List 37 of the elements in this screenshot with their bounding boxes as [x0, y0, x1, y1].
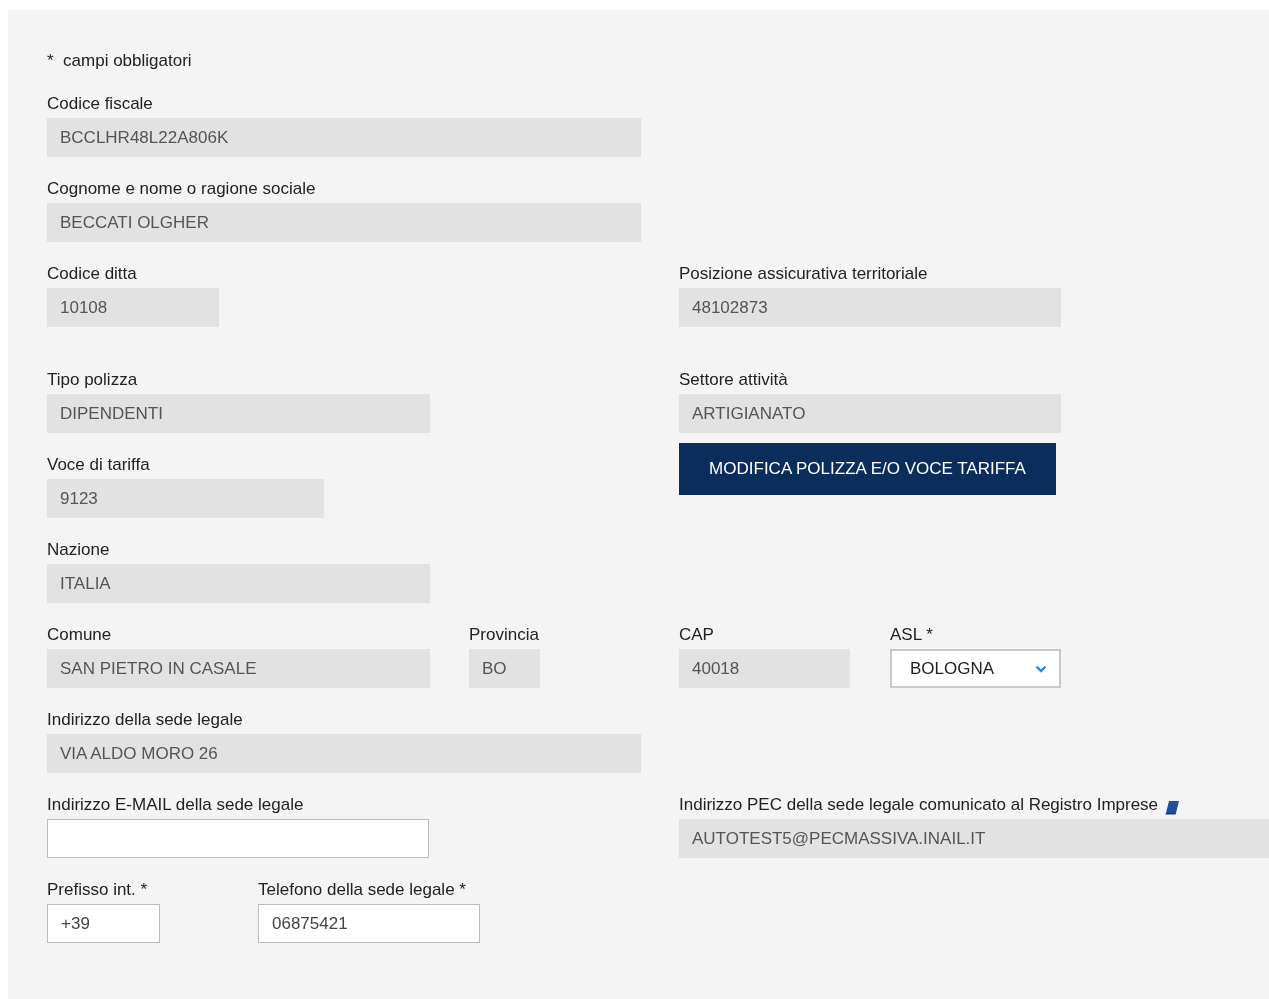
chevron-down-icon	[1035, 664, 1047, 673]
readonly-field: VIA ALDO MORO 26	[47, 734, 641, 773]
field-label: Codice fiscale	[47, 94, 153, 114]
asl-dropdown[interactable]: BOLOGNA	[890, 649, 1061, 688]
readonly-field: AUTOTEST5@PECMASSIVA.INAIL.IT	[679, 819, 1269, 858]
readonly-field: 9123	[47, 479, 324, 518]
field-label: Telefono della sede legale *	[258, 880, 466, 900]
readonly-field: 48102873	[679, 288, 1061, 327]
field-label: Voce di tariffa	[47, 455, 150, 475]
field-label: Cognome e nome o ragione sociale	[47, 179, 316, 199]
input-field[interactable]	[47, 819, 429, 858]
required-fields-note: * campi obbligatori	[47, 51, 192, 71]
readonly-field: BCCLHR48L22A806K	[47, 118, 641, 157]
readonly-field: BO	[469, 649, 540, 688]
field-label: Codice ditta	[47, 264, 137, 284]
readonly-field: BECCATI OLGHER	[47, 203, 641, 242]
field-label: ASL *	[890, 625, 933, 645]
field-label: Nazione	[47, 540, 110, 560]
input-field[interactable]: 06875421	[258, 904, 480, 943]
modify-policy-button[interactable]: MODIFICA POLIZZA E/O VOCE TARIFFA	[679, 443, 1056, 495]
field-label: Indirizzo della sede legale	[47, 710, 243, 730]
field-label: Indirizzo PEC della sede legale comunicato al Registro Imprese	[679, 795, 1159, 815]
field-label: Settore attività	[679, 370, 788, 390]
field-label: Indirizzo E-MAIL della sede legale	[47, 795, 304, 815]
readonly-field: DIPENDENTI	[47, 394, 430, 433]
field-label: Posizione assicurativa territoriale	[679, 264, 928, 284]
readonly-field: 10108	[47, 288, 219, 327]
readonly-field: ITALIA	[47, 564, 430, 603]
field-label: Tipo polizza	[47, 370, 138, 390]
field-label: Prefisso int. *	[47, 880, 148, 900]
readonly-field: 40018	[679, 649, 850, 688]
field-label: Comune	[47, 625, 112, 645]
field-label: CAP	[679, 625, 714, 645]
readonly-field: ARTIGIANATO	[679, 394, 1061, 433]
input-field[interactable]: +39	[47, 904, 160, 943]
field-label: Provincia	[469, 625, 539, 645]
readonly-field: SAN PIETRO IN CASALE	[47, 649, 430, 688]
